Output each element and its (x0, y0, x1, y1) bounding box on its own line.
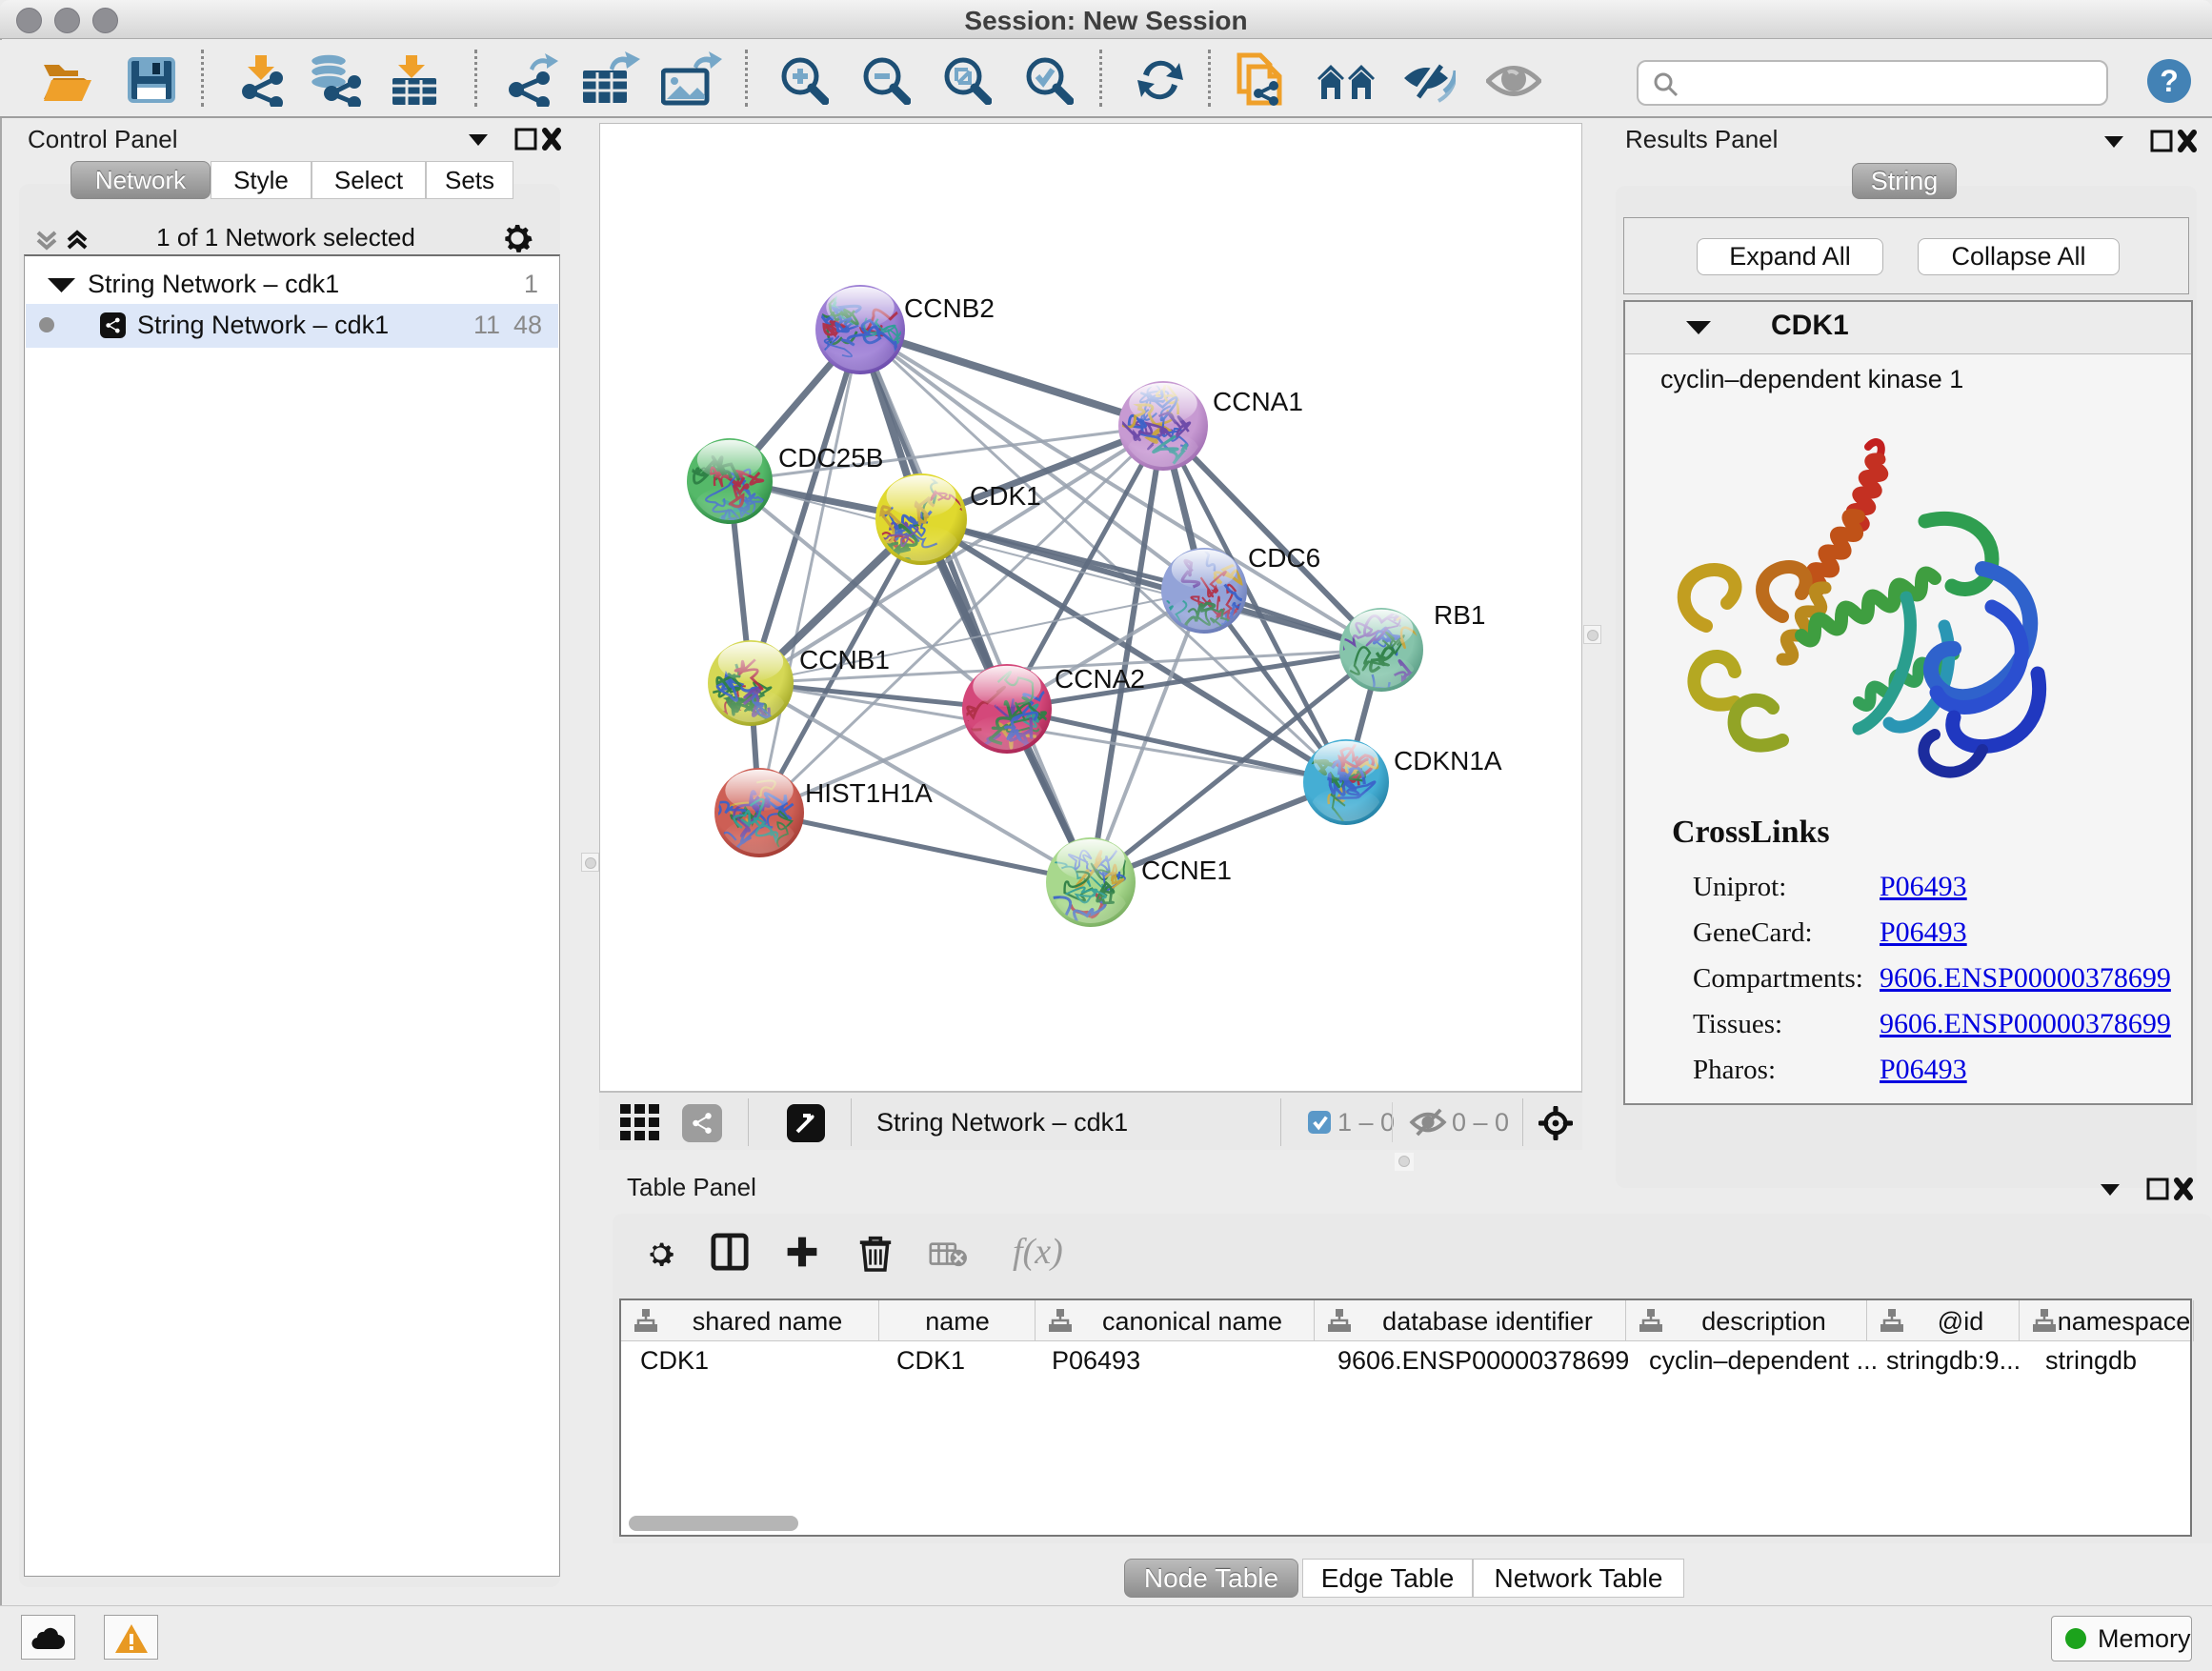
svg-text:CDK1: CDK1 (970, 481, 1041, 511)
svg-text:?: ? (2160, 64, 2179, 98)
svg-text:CCNB1: CCNB1 (799, 645, 890, 674)
svg-text:HIST1H1A: HIST1H1A (805, 778, 933, 808)
svg-text:CDC6: CDC6 (1248, 543, 1320, 573)
svg-text:CCNE1: CCNE1 (1141, 856, 1232, 885)
svg-text:CCNA2: CCNA2 (1055, 664, 1145, 694)
svg-text:CDC25B: CDC25B (778, 443, 883, 473)
svg-text:CCNB2: CCNB2 (904, 293, 995, 323)
svg-text:CDKN1A: CDKN1A (1394, 746, 1502, 775)
svg-text:CCNA1: CCNA1 (1213, 387, 1303, 416)
svg-text:RB1: RB1 (1434, 600, 1485, 630)
